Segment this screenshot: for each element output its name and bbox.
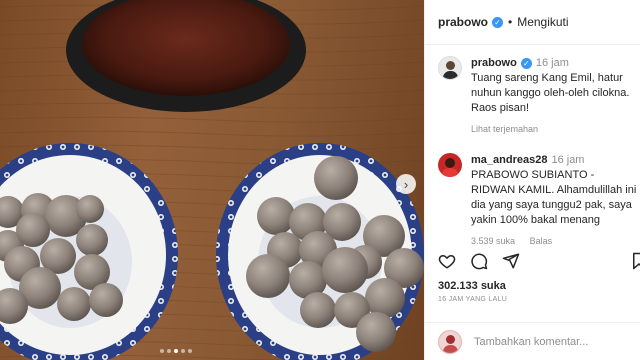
caption-text: Tuang sareng Kang Emil, hatur nuhun kang… bbox=[471, 72, 630, 114]
separator-dot: • bbox=[508, 15, 513, 29]
carousel-dot bbox=[160, 349, 164, 353]
comment-time: 16 jam bbox=[551, 154, 585, 166]
carousel-dot bbox=[167, 349, 171, 353]
carousel-next-button[interactable]: › bbox=[396, 174, 416, 194]
comment-icon[interactable] bbox=[470, 252, 488, 270]
carousel-dot bbox=[181, 349, 185, 353]
avatar[interactable] bbox=[438, 153, 462, 177]
post-header: prabowo ✓ • Mengikuti bbox=[425, 0, 640, 45]
comment-text: PRABOWO SUBIANTO - RIDWAN KAMIL. Alhamdu… bbox=[471, 169, 637, 226]
verified-badge-icon: ✓ bbox=[520, 58, 532, 69]
comment-likes[interactable]: 3.539 suka bbox=[471, 236, 515, 246]
follow-status-button[interactable]: Mengikuti bbox=[517, 15, 568, 29]
comment-input[interactable] bbox=[474, 335, 624, 348]
chevron-right-icon: › bbox=[403, 176, 409, 192]
send-icon[interactable] bbox=[502, 252, 520, 270]
post-photo[interactable]: › bbox=[0, 0, 424, 360]
author-username[interactable]: prabowo bbox=[438, 15, 488, 29]
bookmark-icon[interactable] bbox=[630, 252, 640, 275]
carousel-dot bbox=[188, 349, 192, 353]
photo-illustration bbox=[0, 0, 424, 360]
verified-badge-icon: ✓ bbox=[492, 16, 503, 28]
caption-username[interactable]: prabowo bbox=[471, 57, 517, 69]
reply-button[interactable]: Balas bbox=[530, 236, 553, 246]
comment-username[interactable]: ma_andreas28 bbox=[471, 154, 547, 166]
avatar[interactable] bbox=[438, 56, 462, 80]
comments-list[interactable]: prabowo ✓ 16 jam Tuang sareng Kang Emil, h… bbox=[425, 46, 640, 246]
comment-item: ma_andreas28 16 jam PRABOWO SUBIANTO - RI… bbox=[425, 137, 640, 246]
likes-count[interactable]: 302.133 suka bbox=[438, 280, 506, 292]
comment-composer bbox=[425, 322, 640, 360]
carousel-dot-active bbox=[174, 349, 178, 353]
action-bar bbox=[438, 252, 520, 270]
post-timestamp[interactable]: 16 JAM YANG LALU bbox=[438, 296, 507, 303]
carousel-indicator bbox=[160, 349, 192, 353]
heart-icon[interactable] bbox=[438, 252, 456, 270]
translate-link[interactable]: Lihat terjemahan bbox=[471, 124, 538, 134]
avatar bbox=[438, 329, 462, 354]
caption-time: 16 jam bbox=[535, 57, 569, 69]
post-details-panel: prabowo ✓ • Mengikuti prabowo ✓ 16 jam Tua… bbox=[424, 0, 640, 360]
caption: prabowo ✓ 16 jam Tuang sareng Kang Emil, h… bbox=[425, 46, 640, 137]
